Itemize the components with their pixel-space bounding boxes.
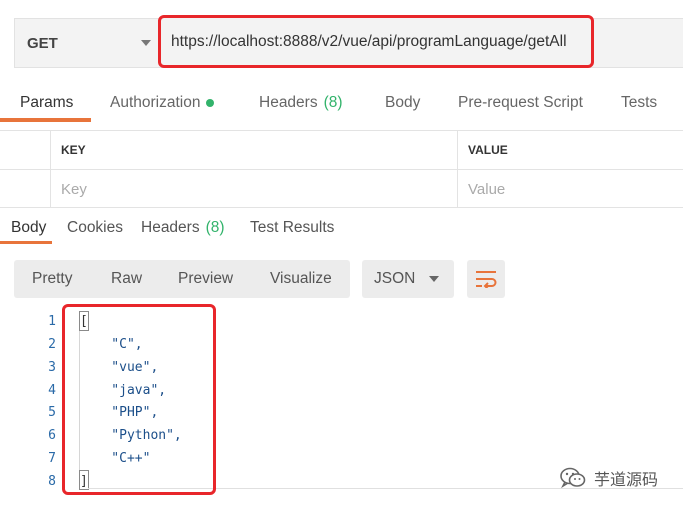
value-input[interactable]: Value bbox=[457, 170, 683, 208]
tab-params[interactable]: Params bbox=[20, 84, 73, 122]
tab-label: Headers bbox=[259, 94, 318, 111]
response-tab-test-results[interactable]: Test Results bbox=[250, 212, 334, 244]
tab-label: Cookies bbox=[67, 219, 123, 236]
request-tabs: Params Authorization Headers (8) Body Pr… bbox=[0, 84, 683, 122]
tab-authorization[interactable]: Authorization bbox=[110, 84, 215, 122]
column-header-label: KEY bbox=[61, 143, 86, 157]
table-header-row: KEY VALUE bbox=[0, 131, 683, 170]
line-number: 8 bbox=[48, 474, 56, 489]
tab-tests[interactable]: Tests bbox=[621, 84, 657, 122]
tab-pre-request-script[interactable]: Pre-request Script bbox=[458, 84, 583, 122]
view-mode-label: Preview bbox=[178, 270, 234, 287]
key-placeholder: Key bbox=[61, 180, 87, 198]
wechat-icon bbox=[560, 467, 586, 489]
value-placeholder: Value bbox=[468, 180, 506, 198]
watermark-text: 芋道源码 bbox=[594, 470, 659, 489]
active-tab-indicator bbox=[0, 118, 91, 122]
tab-label: Tests bbox=[621, 94, 658, 111]
request-bar: GET https://localhost:8888/v2/vue/api/pr… bbox=[14, 15, 683, 68]
view-mode-label: Visualize bbox=[270, 270, 332, 287]
line-number: 6 bbox=[48, 428, 56, 443]
tab-count: (8) bbox=[323, 94, 343, 111]
tab-headers[interactable]: Headers (8) bbox=[259, 84, 343, 122]
url-input[interactable]: https://localhost:8888/v2/vue/api/progra… bbox=[158, 15, 594, 68]
tab-label: Body bbox=[11, 219, 47, 236]
format-select[interactable]: JSON bbox=[362, 260, 454, 298]
key-column-header: KEY bbox=[50, 131, 458, 169]
view-mode-label: Pretty bbox=[32, 270, 73, 287]
tab-label: Body bbox=[385, 94, 421, 111]
chevron-down-icon bbox=[429, 276, 439, 282]
key-input[interactable]: Key bbox=[50, 170, 458, 208]
method-select[interactable]: GET bbox=[15, 19, 155, 67]
tab-body[interactable]: Body bbox=[385, 84, 420, 122]
view-mode-group: Pretty Raw Preview Visualize bbox=[14, 260, 350, 298]
watermark: 芋道源码 bbox=[560, 466, 658, 490]
tab-label: Headers bbox=[141, 219, 200, 236]
column-header-label: VALUE bbox=[468, 143, 508, 157]
table-row: Key Value bbox=[0, 169, 683, 208]
active-response-tab-indicator bbox=[0, 241, 52, 244]
wrap-lines-icon bbox=[476, 271, 497, 288]
method-label: GET bbox=[27, 34, 58, 52]
response-tab-body[interactable]: Body bbox=[11, 212, 46, 244]
view-mode-label: Raw bbox=[111, 270, 143, 287]
url-text: https://localhost:8888/v2/vue/api/progra… bbox=[171, 32, 567, 50]
raw-button[interactable]: Raw bbox=[111, 260, 142, 298]
preview-button[interactable]: Preview bbox=[178, 260, 233, 298]
response-tab-headers[interactable]: Headers (8) bbox=[141, 212, 225, 244]
highlight-box bbox=[62, 304, 216, 495]
value-column-header: VALUE bbox=[457, 131, 683, 169]
tab-label: Authorization bbox=[110, 94, 201, 111]
response-tabs: Body Cookies Headers (8) Test Results bbox=[0, 212, 683, 244]
params-table: KEY VALUE Key Value bbox=[0, 130, 683, 208]
line-number: 2 bbox=[48, 337, 56, 352]
response-tab-cookies[interactable]: Cookies bbox=[67, 212, 123, 244]
line-number: 3 bbox=[48, 360, 56, 375]
line-number: 7 bbox=[48, 451, 56, 466]
line-number: 5 bbox=[48, 405, 56, 420]
line-number: 4 bbox=[48, 383, 56, 398]
wrap-lines-button[interactable] bbox=[467, 260, 505, 298]
tab-label: Params bbox=[20, 94, 74, 111]
chevron-down-icon bbox=[141, 40, 151, 46]
format-label: JSON bbox=[374, 270, 416, 287]
tab-count: (8) bbox=[205, 219, 225, 236]
tab-label: Test Results bbox=[250, 219, 335, 236]
visualize-button[interactable]: Visualize bbox=[270, 260, 332, 298]
pretty-button[interactable]: Pretty bbox=[32, 260, 72, 298]
tab-label: Pre-request Script bbox=[458, 94, 583, 111]
status-dot-icon bbox=[206, 99, 215, 107]
line-number: 1 bbox=[48, 314, 56, 329]
